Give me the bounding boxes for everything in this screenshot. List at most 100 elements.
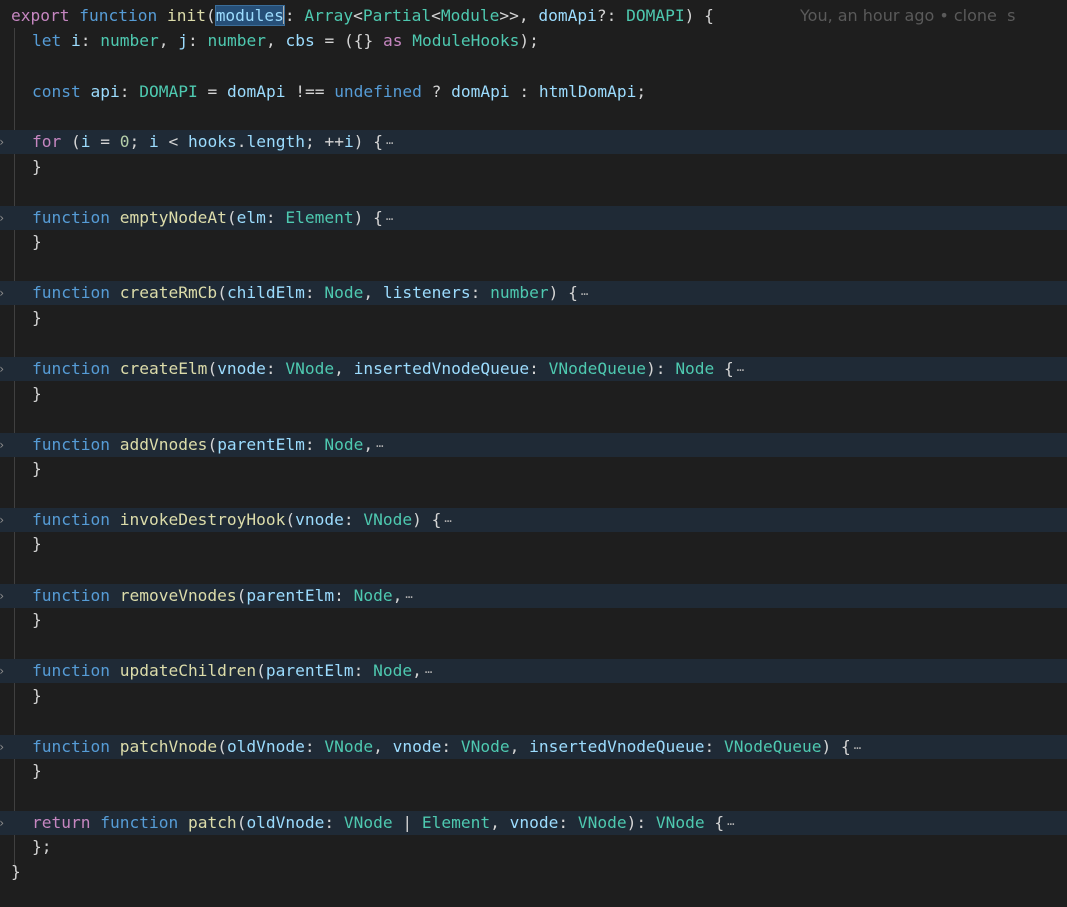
fold-ellipsis-icon[interactable]: ⋯: [386, 212, 393, 226]
code-line-const-api[interactable]: const api: DOMAPI = domApi !== undefined…: [0, 80, 1067, 104]
chevron-right-icon[interactable]: ›: [0, 130, 5, 154]
type-name: Element: [421, 813, 491, 832]
variable: hooks: [188, 132, 237, 151]
type-name: Node: [675, 359, 715, 378]
punct: (: [217, 283, 227, 302]
type-name: Module: [440, 6, 500, 25]
chevron-right-icon[interactable]: ›: [0, 206, 5, 230]
punct: :: [529, 359, 549, 378]
chevron-right-icon[interactable]: ›: [0, 811, 5, 835]
punct: (: [205, 6, 216, 25]
folded-line-removeVnodes[interactable]: › function removeVnodes(parentElm: Node,…: [0, 584, 1067, 608]
git-blame-annotation[interactable]: You, an hour ago • clone s: [800, 4, 1015, 28]
chevron-right-icon[interactable]: ›: [0, 433, 5, 457]
punct: (: [256, 661, 266, 680]
function-name: createElm: [119, 359, 208, 378]
chevron-right-icon[interactable]: ›: [0, 735, 5, 759]
keyword-function: function: [79, 6, 158, 25]
punct: (: [236, 813, 247, 832]
punct: =: [90, 132, 120, 151]
punct: :: [324, 813, 344, 832]
type-name: VNode: [655, 813, 705, 832]
chevron-right-icon[interactable]: ›: [0, 659, 5, 683]
parameter: parentElm: [217, 435, 305, 454]
keyword-function: function: [32, 510, 110, 529]
punct: ,: [363, 283, 383, 302]
variable: i: [71, 31, 81, 50]
punct: :: [284, 6, 305, 25]
folded-line-emptyNodeAt[interactable]: › function emptyNodeAt(elm: Element) {⋯: [0, 206, 1067, 230]
folded-line-createRmCb[interactable]: › function createRmCb(childElm: Node, li…: [0, 281, 1067, 305]
punct: ) {: [821, 737, 851, 756]
parameter: vnode: [217, 359, 266, 378]
chevron-right-icon[interactable]: ›: [0, 508, 5, 532]
function-name: removeVnodes: [119, 586, 237, 605]
function-name: patchVnode: [119, 737, 218, 756]
fold-ellipsis-icon[interactable]: ⋯: [376, 439, 383, 453]
folded-line-for-loop[interactable]: › for (i = 0; i < hooks.length; ++i) {⋯: [0, 130, 1067, 154]
punct: :: [187, 31, 208, 50]
selected-identifier[interactable]: modules: [214, 5, 285, 26]
parameter: oldVnode: [226, 737, 305, 756]
punct: ,: [509, 737, 530, 756]
fold-ellipsis-icon[interactable]: ⋯: [425, 665, 432, 679]
parameter: elm: [236, 208, 266, 227]
chevron-right-icon[interactable]: ›: [0, 281, 5, 305]
punct: ) {: [684, 6, 714, 25]
chevron-right-icon[interactable]: ›: [0, 584, 5, 608]
punct: :: [343, 510, 364, 529]
punct: :: [265, 359, 286, 378]
closing-brace: }: [32, 686, 42, 705]
variable: j: [178, 31, 188, 50]
keyword-return: return: [32, 813, 91, 832]
punct: :: [304, 435, 325, 454]
punct: {: [714, 359, 734, 378]
chevron-right-icon[interactable]: ›: [0, 357, 5, 381]
fold-ellipsis-icon[interactable]: ⋯: [405, 590, 412, 604]
type-name: ModuleHooks: [412, 31, 520, 50]
folded-line-updateChildren[interactable]: › function updateChildren(parentElm: Nod…: [0, 659, 1067, 683]
folded-line-invokeDestroyHook[interactable]: › function invokeDestroyHook(vnode: VNod…: [0, 508, 1067, 532]
punct: = ({}: [314, 31, 383, 50]
folded-line-return-patch[interactable]: › return function patch(oldVnode: VNode …: [0, 811, 1067, 835]
fold-ellipsis-icon[interactable]: ⋯: [581, 287, 588, 301]
type-name: VNode: [363, 510, 413, 529]
fold-ellipsis-icon[interactable]: ⋯: [444, 514, 451, 528]
punct: :: [265, 208, 286, 227]
closing-brace-line: }: [0, 230, 1067, 254]
keyword-for: for: [32, 132, 62, 151]
closing-brace-line: }: [0, 457, 1067, 481]
fold-ellipsis-icon[interactable]: ⋯: [727, 817, 734, 831]
punct: <: [431, 6, 441, 25]
punct: ,: [363, 435, 374, 454]
parameter: listeners: [382, 283, 471, 302]
closing-brace-line: }: [0, 759, 1067, 783]
closing-brace: }: [32, 761, 42, 780]
closing-brace: }: [32, 610, 42, 629]
closing-brace-line: }: [0, 532, 1067, 556]
variable: cbs: [285, 31, 315, 50]
fold-ellipsis-icon[interactable]: ⋯: [737, 363, 744, 377]
parameter: insertedVnodeQueue: [529, 737, 705, 756]
folded-line-patchVnode[interactable]: › function patchVnode(oldVnode: VNode, v…: [0, 735, 1067, 759]
folded-line-addVnodes[interactable]: › function addVnodes(parentElm: Node,⋯: [0, 433, 1067, 457]
fold-ellipsis-icon[interactable]: ⋯: [386, 136, 393, 150]
punct: ) {: [353, 208, 383, 227]
code-line-let[interactable]: let i: number, j: number, cbs = ({} as M…: [0, 29, 1067, 53]
type-name: VNode: [285, 359, 335, 378]
folded-line-createElm[interactable]: › function createElm(vnode: VNode, inser…: [0, 357, 1067, 381]
function-name: addVnodes: [119, 435, 208, 454]
fold-ellipsis-icon[interactable]: ⋯: [854, 741, 861, 755]
punct: {: [704, 813, 725, 832]
type-name: number: [490, 283, 549, 302]
keyword-function: function: [32, 661, 110, 680]
code-editor[interactable]: export function init(modules: Array<Part…: [0, 0, 1067, 883]
punct: ; ++: [304, 132, 344, 151]
keyword-as: as: [382, 31, 403, 50]
keyword-const: const: [32, 82, 81, 101]
